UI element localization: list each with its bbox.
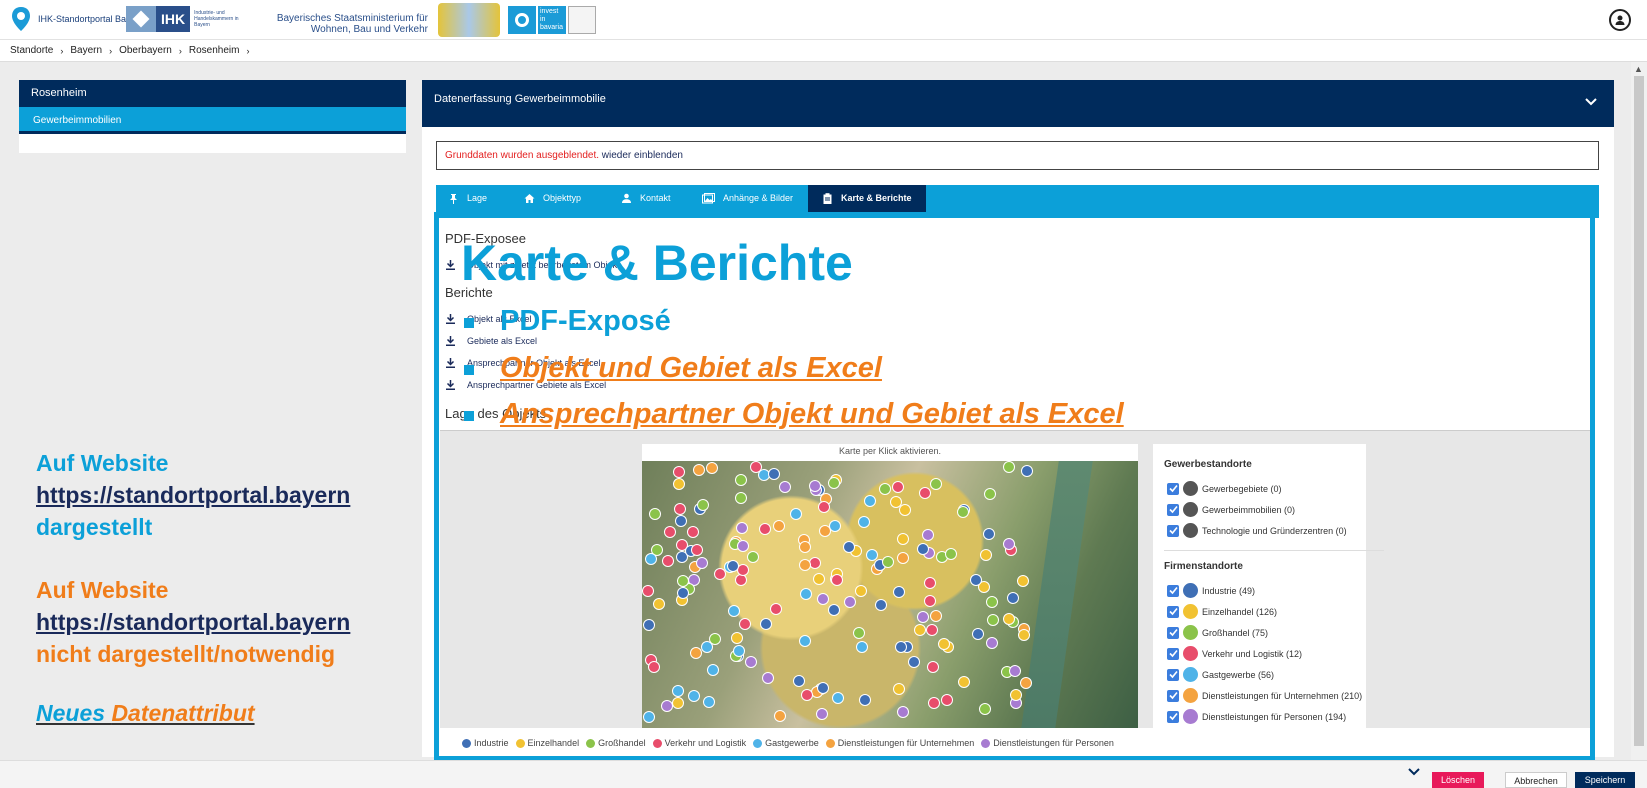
invest-text: invest in bavaria [538,6,566,34]
ihk-logo-subtitle: Industrie- und Handelskammern in Bayern [194,10,239,28]
breadcrumb-item-standorte[interactable]: Standorte [10,45,53,56]
home-icon [524,194,535,203]
pin-icon [450,194,457,204]
notice-hidden-text: Grunddaten wurden ausgeblendet. [445,150,600,161]
tab-label: Karte & Berichte [841,193,912,203]
annotation-displayed-line1: Auf Website [36,450,169,476]
sidebar: Rosenheim Gewerbeimmobilien [19,80,406,153]
bavarian-crest-icon [438,3,500,37]
person-icon [1615,15,1625,25]
tab-label: Lage [467,193,488,203]
clipboard-icon [823,193,832,204]
standortportal-logo[interactable]: IHK-Standortportal Bayern [10,6,144,32]
diamond-icon [126,6,156,32]
annotation-new-part-b: Datenattribut [111,700,255,726]
small-crest-icon [568,6,596,34]
annotation-displayed: Auf Website https://standortportal.bayer… [36,447,350,543]
highlight-frame [434,212,1595,761]
sidebar-title[interactable]: Rosenheim [19,80,406,107]
tab-karte-berichte[interactable]: Karte & Berichte [808,185,926,212]
chevron-down-icon[interactable] [1584,94,1598,108]
ministry-line-2: Wohnen, Bau und Verkehr [310,24,428,35]
person-icon [622,193,631,203]
annotation-displayed-line3: dargestellt [36,514,153,540]
tab-label: Objekttyp [543,193,582,203]
breadcrumb-item-rosenheim[interactable]: Rosenheim [189,45,240,56]
tab-anhaenge-bilder[interactable]: Anhänge & Bilder [702,185,793,212]
save-button[interactable]: Speichern [1575,772,1635,788]
ihk-logo[interactable]: IHK Industrie- und Handelskammern in Bay… [126,6,250,32]
show-again-link[interactable]: wieder einblenden [602,150,683,161]
chevron-down-icon[interactable] [1407,767,1421,777]
annotation-new-part-a: Neues [36,700,112,726]
breadcrumb-item-oberbayern[interactable]: Oberbayern [119,45,172,56]
ministry-logo[interactable]: Bayerisches Staatsministerium für Wohnen… [268,13,428,35]
ministry-line-1: Bayerisches Staatsministerium für [276,13,428,24]
panel-header[interactable]: Datenerfassung Gewerbeimmobilie [422,80,1614,127]
sidebar-item-gewerbeimmobilien[interactable]: Gewerbeimmobilien [19,107,406,134]
top-header: IHK-Standortportal Bayern IHK Industrie-… [0,0,1647,40]
page-scrollbar[interactable]: ▲ [1631,62,1647,760]
invest-q-icon [508,6,536,34]
tab-label: Anhänge & Bilder [723,193,794,203]
annotation-new-attribute: Neues Datenattribut [36,700,255,727]
tab-label: Kontakt [640,193,671,203]
breadcrumb-item-bayern[interactable]: Bayern [70,45,102,56]
tab-objekttyp[interactable]: Objekttyp [524,185,581,212]
cancel-button[interactable]: Abbrechen [1505,772,1567,788]
annotation-not-displayed-line1: Auf Website [36,577,169,603]
scrollbar-thumb[interactable] [1634,76,1644,746]
panel-title: Datenerfassung Gewerbeimmobilie [434,93,606,105]
invest-in-bavaria-logo[interactable]: invest in bavaria [508,6,596,34]
tab-kontakt[interactable]: Kontakt [621,185,671,212]
annotation-not-displayed-url[interactable]: https://standortportal.bayern [36,606,350,638]
chevron-right-icon: › [246,45,250,56]
annotation-displayed-url[interactable]: https://standortportal.bayern [36,479,350,511]
ihk-logo-text: IHK [156,6,191,32]
notice-bar: Grunddaten wurden ausgeblendet. wieder e… [436,141,1599,170]
delete-button[interactable]: Löschen [1432,772,1484,788]
user-account-icon[interactable] [1609,9,1631,31]
annotation-not-displayed-line3: nicht dargestellt/notwendig [36,641,336,667]
chevron-right-icon: › [109,45,113,56]
footer-bar [0,760,1647,788]
chevron-right-icon: › [60,45,64,56]
scroll-up-icon[interactable]: ▲ [1634,64,1643,74]
annotation-not-displayed: Auf Website https://standortportal.bayer… [36,574,350,670]
tab-lage[interactable]: Lage [448,185,487,212]
chevron-right-icon: › [178,45,182,56]
images-icon [702,193,715,204]
map-pin-icon [12,7,30,31]
breadcrumb: Standorte › Bayern › Oberbayern › Rosenh… [0,40,1647,62]
